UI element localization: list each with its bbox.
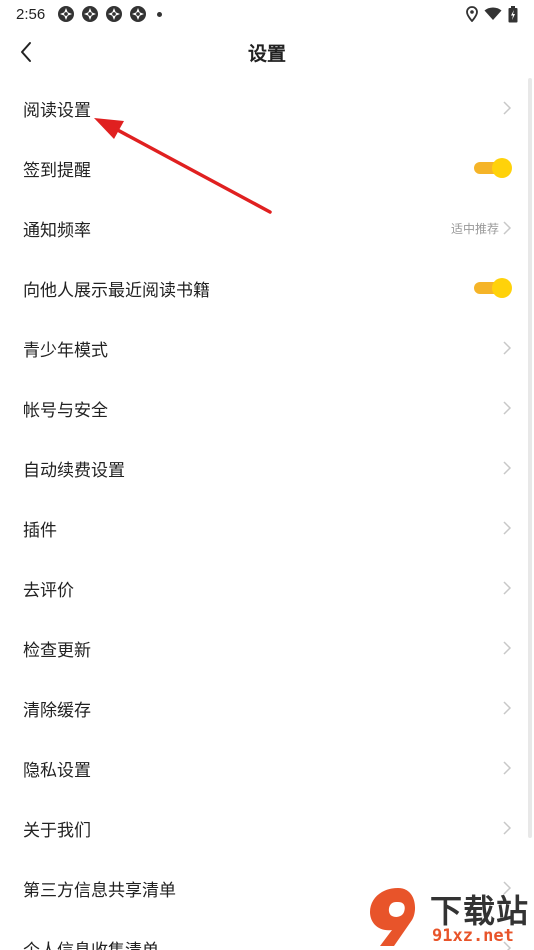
site-watermark: 下载站 91xz.net (358, 880, 534, 950)
settings-row-reading[interactable]: 阅读设置 (0, 78, 534, 138)
watermark-logo-icon (370, 888, 416, 946)
row-label: 签到提醒 (23, 160, 91, 181)
status-bar: 2:56 (0, 0, 534, 28)
settings-row-account-security[interactable]: 帐号与安全 (0, 378, 534, 438)
battery-icon (508, 5, 518, 22)
settings-row-clear-cache[interactable]: 清除缓存 (0, 678, 534, 738)
notification-app-icon (106, 6, 123, 22)
chevron-right-icon (503, 101, 512, 115)
row-label: 隐私设置 (23, 760, 91, 781)
notification-app-icon (130, 6, 147, 22)
watermark-domain: 91xz.net (432, 926, 514, 946)
row-label: 青少年模式 (23, 340, 108, 361)
show-recent-books-toggle[interactable] (474, 277, 512, 299)
chevron-right-icon (503, 701, 512, 715)
settings-row-privacy[interactable]: 隐私设置 (0, 738, 534, 798)
row-label: 插件 (23, 520, 57, 541)
chevron-right-icon (503, 221, 512, 235)
row-label: 阅读设置 (23, 100, 91, 121)
settings-screen: 2:56 设置 阅读设置 签到提醒 通知频率 适中推荐 向他人展示最近阅读书籍 … (0, 0, 534, 950)
row-label: 向他人展示最近阅读书籍 (23, 280, 210, 301)
chevron-right-icon (503, 341, 512, 355)
list-scrollbar[interactable] (528, 78, 532, 838)
row-label: 清除缓存 (23, 700, 91, 721)
notification-frequency-value: 适中推荐 (450, 221, 499, 236)
settings-row-show-recent-books: 向他人展示最近阅读书籍 (0, 258, 534, 318)
chevron-right-icon (503, 521, 512, 535)
settings-row-check-update[interactable]: 检查更新 (0, 618, 534, 678)
row-label: 帐号与安全 (23, 400, 108, 421)
settings-row-about-us[interactable]: 关于我们 (0, 798, 534, 858)
settings-row-checkin-reminder: 签到提醒 (0, 138, 534, 198)
row-label: 第三方信息共享清单 (23, 880, 176, 901)
settings-row-notification-frequency[interactable]: 通知频率 适中推荐 (0, 198, 534, 258)
chevron-right-icon (503, 821, 512, 835)
settings-row-teen-mode[interactable]: 青少年模式 (0, 318, 534, 378)
checkin-reminder-toggle[interactable] (474, 157, 512, 179)
header-bar: 设置 (0, 28, 534, 76)
row-label: 个人信息收集清单 (23, 936, 159, 950)
settings-row-auto-renewal[interactable]: 自动续费设置 (0, 438, 534, 498)
chevron-right-icon (503, 581, 512, 595)
more-notifications-dot (157, 11, 163, 17)
chevron-right-icon (503, 761, 512, 775)
wifi-icon (484, 7, 502, 20)
row-label: 通知频率 (23, 220, 91, 241)
notification-app-icon (82, 6, 99, 22)
settings-list: 阅读设置 签到提醒 通知频率 适中推荐 向他人展示最近阅读书籍 青少年模式 帐号… (0, 78, 534, 950)
row-label: 检查更新 (23, 640, 91, 661)
row-label: 去评价 (23, 580, 74, 601)
settings-row-plugins[interactable]: 插件 (0, 498, 534, 558)
page-title: 设置 (247, 43, 286, 65)
status-icons (466, 5, 518, 23)
status-time: 2:56 (16, 5, 46, 23)
chevron-right-icon (503, 641, 512, 655)
chevron-right-icon (503, 401, 512, 415)
settings-row-rate-app[interactable]: 去评价 (0, 558, 534, 618)
row-label: 关于我们 (23, 820, 91, 841)
row-label: 自动续费设置 (23, 460, 125, 481)
chevron-right-icon (503, 461, 512, 475)
notification-app-icon (58, 6, 75, 22)
location-icon (466, 6, 478, 22)
